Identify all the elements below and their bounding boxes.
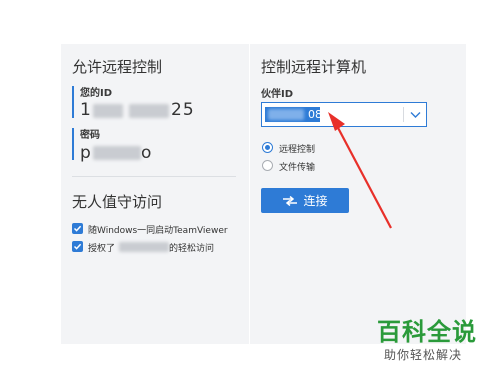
watermark-title: 百科全说	[377, 318, 477, 346]
watermark-subtitle: 助你轻松解决	[384, 348, 463, 362]
